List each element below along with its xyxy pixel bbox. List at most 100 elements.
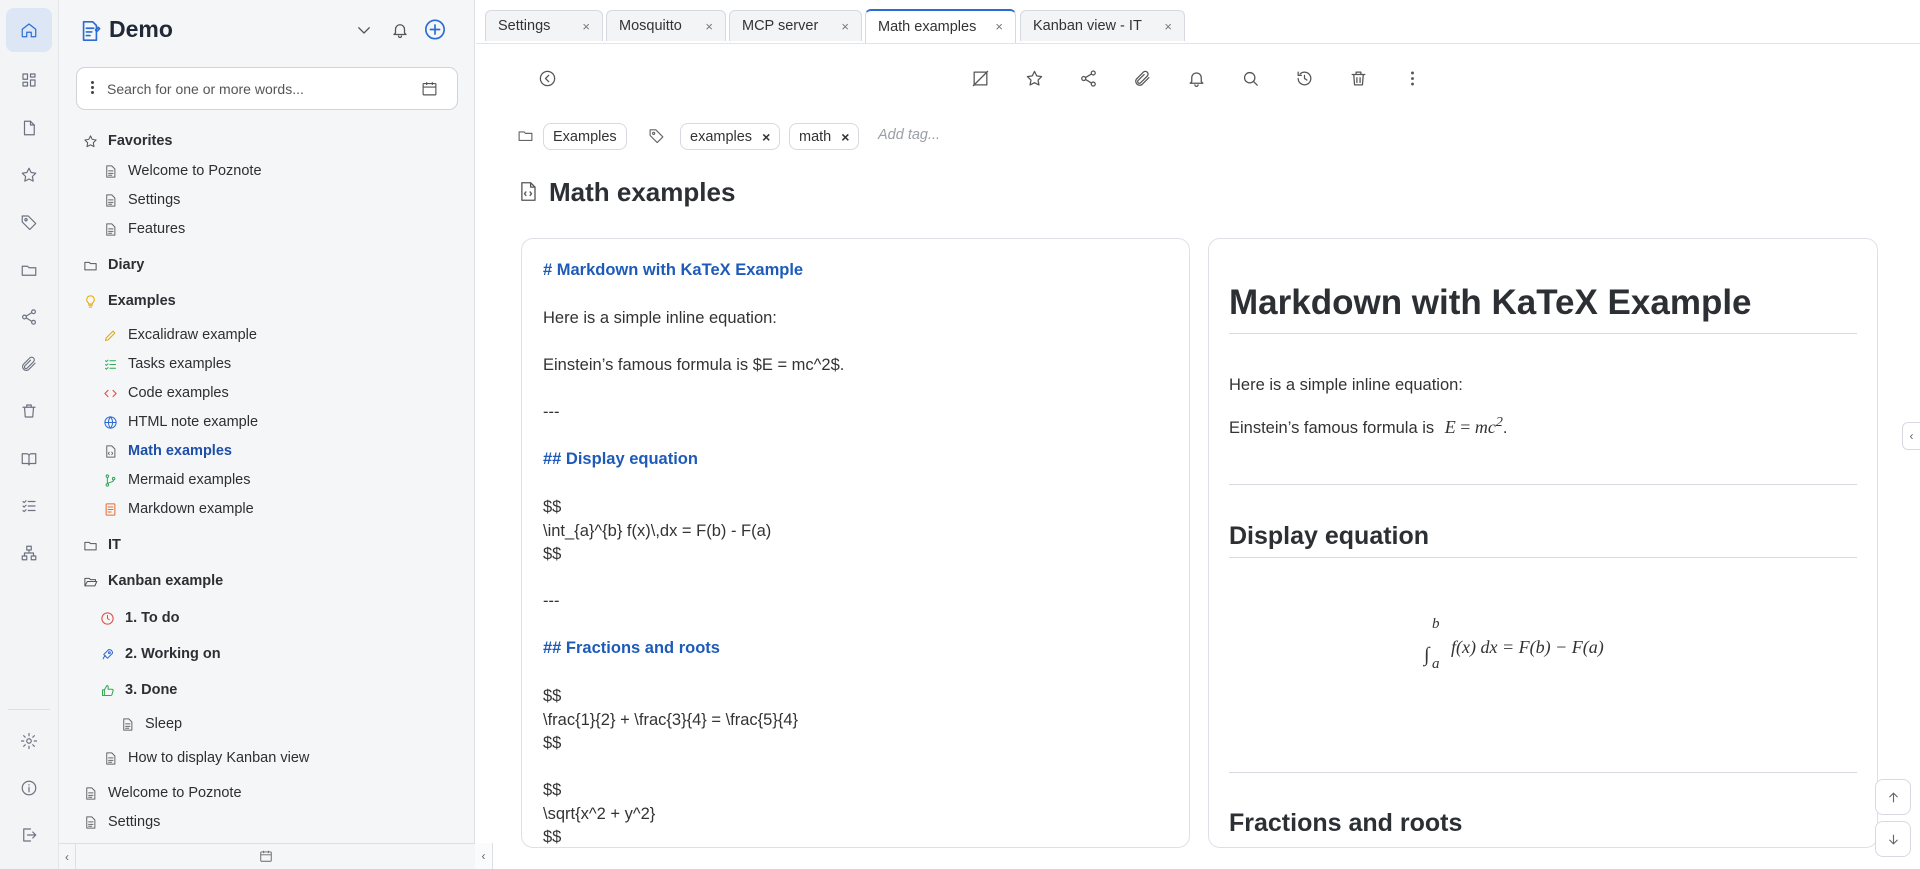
tree-kanban-done[interactable]: 3. Done <box>98 677 177 703</box>
tree-kanban-working[interactable]: 2. Working on <box>98 641 221 667</box>
tree-label: Welcome to Poznote <box>128 163 262 179</box>
bell-icon[interactable] <box>1183 65 1209 91</box>
history-icon[interactable] <box>1291 65 1317 91</box>
tag-chip[interactable]: math × <box>789 123 860 150</box>
tree-note[interactable]: Markdown example <box>101 496 254 522</box>
logout-icon[interactable] <box>6 813 52 857</box>
settings-icon[interactable] <box>6 719 52 763</box>
dashboard-icon[interactable] <box>6 58 52 102</box>
git-branch-icon <box>101 471 119 489</box>
tags-icon[interactable] <box>6 200 52 244</box>
markdown-editor[interactable]: # Markdown with KaTeX Example Here is a … <box>521 238 1190 848</box>
attachments-icon[interactable] <box>6 342 52 386</box>
trash-icon[interactable] <box>1345 65 1371 91</box>
note-title[interactable]: Math examples <box>549 177 735 208</box>
tree-note[interactable]: Settings <box>101 187 180 213</box>
editor-line: $$ <box>543 687 562 705</box>
preview-h2: Fractions and roots <box>1229 809 1463 837</box>
favorite-star-icon[interactable] <box>1021 65 1047 91</box>
preview-text: . <box>1502 419 1508 437</box>
remove-tag-icon[interactable]: × <box>762 129 770 145</box>
more-options-icon[interactable] <box>1399 65 1425 91</box>
search-icon[interactable] <box>1237 65 1263 91</box>
share-icon[interactable] <box>1075 65 1101 91</box>
tab-mcp-server[interactable]: MCP server × <box>729 10 862 41</box>
markdown-icon <box>101 500 119 518</box>
preview-h1: Markdown with KaTeX Example <box>1229 283 1752 322</box>
tree-note[interactable]: Excalidraw example <box>101 322 257 348</box>
tab-mosquitto[interactable]: Mosquitto × <box>606 10 726 41</box>
collapse-list-button[interactable]: ‹ <box>475 843 493 869</box>
close-icon[interactable]: × <box>1164 19 1172 34</box>
attachment-icon[interactable] <box>1129 65 1155 91</box>
editor-line: Einstein’s famous formula is $E = mc^2$. <box>543 356 845 374</box>
tree-note[interactable]: Mermaid examples <box>101 467 251 493</box>
tree-label: How to display Kanban view <box>128 750 310 766</box>
chevron-down-icon[interactable] <box>353 19 375 41</box>
lightbulb-icon <box>81 292 99 310</box>
tree-note[interactable]: Welcome to Poznote <box>101 158 262 184</box>
code-icon <box>101 384 119 402</box>
add-note-button[interactable] <box>424 18 446 40</box>
hierarchy-icon[interactable] <box>6 531 52 575</box>
info-icon[interactable] <box>6 766 52 810</box>
math-integral: ∫ <box>1424 644 1430 666</box>
book-icon[interactable] <box>6 437 52 481</box>
home-icon[interactable] <box>6 8 52 52</box>
math-lower-limit: a <box>1432 656 1440 672</box>
tree-label: Favorites <box>108 133 173 149</box>
tab-kanban-view[interactable]: Kanban view - IT × <box>1020 10 1185 41</box>
close-icon[interactable]: × <box>841 19 849 34</box>
math-upper-limit: b <box>1432 616 1440 632</box>
tree-note[interactable]: Welcome to Poznote <box>81 780 242 806</box>
calendar-icon[interactable] <box>421 80 439 98</box>
remove-tag-icon[interactable]: × <box>841 129 849 145</box>
notes-icon[interactable] <box>6 106 52 150</box>
collapse-sidebar-button[interactable]: ‹ <box>59 844 76 869</box>
tree-note[interactable]: Code examples <box>101 380 229 406</box>
tree-note[interactable]: How to display Kanban view <box>101 745 309 771</box>
tasks-icon[interactable] <box>6 484 52 528</box>
scroll-top-button[interactable] <box>1875 779 1911 815</box>
back-icon[interactable] <box>534 65 560 91</box>
tree-note-active[interactable]: Math examples <box>101 438 232 464</box>
tab-settings[interactable]: Settings × <box>485 10 603 41</box>
favorites-icon[interactable] <box>6 153 52 197</box>
search-input[interactable] <box>107 78 407 100</box>
trash-icon[interactable] <box>6 389 52 433</box>
tree-note[interactable]: Tasks examples <box>101 351 231 377</box>
tree-folder-examples[interactable]: Examples <box>81 288 176 314</box>
add-tag-input[interactable]: Add tag... <box>878 127 940 143</box>
search-options-icon[interactable] <box>91 81 95 97</box>
tree-favorites[interactable]: Favorites <box>81 128 172 154</box>
math-var: mc <box>1474 417 1496 437</box>
bell-icon[interactable] <box>389 19 411 41</box>
close-icon[interactable]: × <box>582 19 590 34</box>
tag-chip[interactable]: examples × <box>680 123 781 150</box>
tree-folder-kanban[interactable]: Kanban example <box>81 568 223 594</box>
calendar-icon[interactable] <box>259 849 275 865</box>
folders-icon[interactable] <box>6 248 52 292</box>
tree-note[interactable]: HTML note example <box>101 409 258 435</box>
math-var: E <box>1444 417 1456 437</box>
editor-line: $$ <box>543 545 562 563</box>
toggle-preview-icon[interactable] <box>967 65 993 91</box>
close-icon[interactable]: × <box>705 19 713 34</box>
tree-note[interactable]: Settings <box>81 809 160 835</box>
folder-icon <box>81 536 99 554</box>
tree-folder-it[interactable]: IT <box>81 532 121 558</box>
star-icon <box>81 132 99 150</box>
collapse-right-panel-button[interactable]: ‹ <box>1902 422 1920 450</box>
tree-note[interactable]: Features <box>101 216 185 242</box>
scroll-bottom-button[interactable] <box>1875 821 1911 857</box>
close-icon[interactable]: × <box>995 19 1003 34</box>
tree-kanban-todo[interactable]: 1. To do <box>98 605 180 631</box>
tree-folder-diary[interactable]: Diary <box>81 252 144 278</box>
share-icon[interactable] <box>6 295 52 339</box>
folder-label: Examples <box>553 128 617 145</box>
folder-chip[interactable]: Examples <box>543 123 627 150</box>
tab-math-examples[interactable]: Math examples × <box>865 9 1016 43</box>
tree-label: 1. To do <box>125 610 180 626</box>
tree-note[interactable]: Sleep <box>118 711 182 737</box>
preview-paragraph: Here is a simple inline equation: <box>1229 376 1463 394</box>
